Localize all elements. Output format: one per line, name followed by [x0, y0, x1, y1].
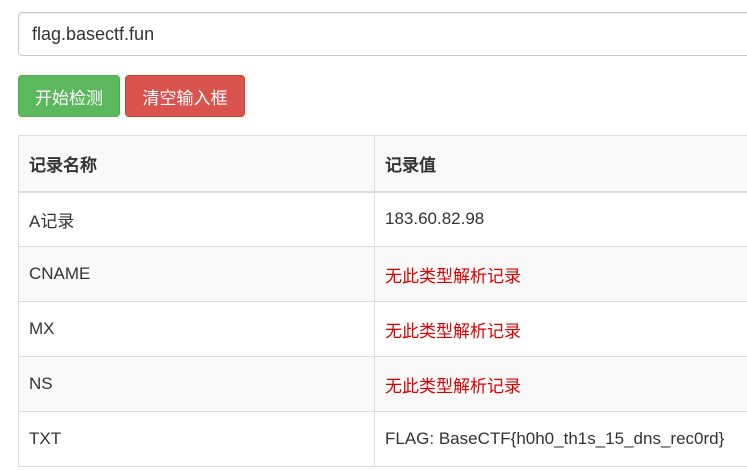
record-name-header: 记录名称 [18, 135, 375, 193]
record-name-cell: CNAME [18, 246, 375, 302]
record-name-cell: NS [18, 356, 375, 412]
table-row: CNAME 无此类型解析记录 [18, 246, 747, 302]
table-row: MX 无此类型解析记录 [18, 301, 747, 357]
dns-records-table: 记录名称 记录值 A记录 183.60.82.98 CNAME 无此类型解析记录… [18, 135, 747, 467]
record-value-cell: 无此类型解析记录 [374, 301, 747, 357]
start-check-button[interactable]: 开始检测 [18, 75, 120, 117]
record-name-cell: MX [18, 301, 375, 357]
record-value-cell: 无此类型解析记录 [374, 356, 747, 412]
table-row: NS 无此类型解析记录 [18, 356, 747, 412]
record-value-cell: 183.60.82.98 [374, 191, 747, 247]
table-header-row: 记录名称 记录值 [18, 135, 747, 193]
record-name-cell: TXT [18, 411, 375, 467]
record-value-cell: FLAG: BaseCTF{h0h0_th1s_15_dns_rec0rd} [374, 411, 747, 467]
record-value-cell: 无此类型解析记录 [374, 246, 747, 302]
record-name-cell: A记录 [18, 191, 375, 247]
clear-input-button[interactable]: 清空输入框 [125, 75, 245, 117]
table-row: TXT FLAG: BaseCTF{h0h0_th1s_15_dns_rec0r… [18, 411, 747, 467]
dns-lookup-page: 开始检测 清空输入框 记录名称 记录值 A记录 183.60.82.98 CNA… [0, 0, 747, 471]
domain-input[interactable] [18, 12, 747, 56]
record-value-header: 记录值 [374, 135, 747, 193]
table-row: A记录 183.60.82.98 [18, 191, 747, 247]
